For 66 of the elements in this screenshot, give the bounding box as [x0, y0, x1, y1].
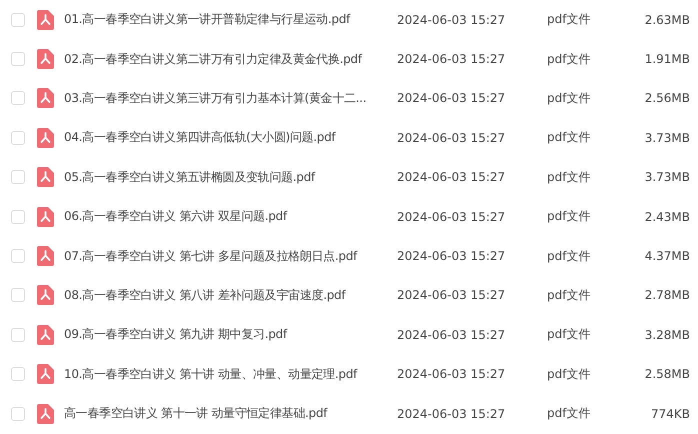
modified-date: 2024-06-03 15:27	[397, 130, 506, 145]
checkbox[interactable]	[11, 210, 25, 224]
file-size: 3.28MB	[644, 328, 690, 342]
file-type: pdf文件	[547, 129, 592, 146]
modified-date: 2024-06-03 15:27	[397, 52, 506, 66]
file-type: pdf文件	[547, 286, 592, 304]
pdf-file-icon	[37, 285, 54, 306]
file-size: 4.37MB	[644, 249, 690, 264]
checkbox[interactable]	[11, 170, 25, 184]
file-size: 2.58MB	[644, 367, 690, 382]
file-type: pdf文件	[547, 326, 592, 344]
file-size: 3.73MB	[644, 130, 690, 145]
file-type: pdf文件	[547, 168, 592, 186]
pdf-file-icon	[37, 324, 54, 345]
modified-date: 2024-06-03 15:27	[397, 406, 506, 421]
pdf-file-icon	[37, 128, 54, 148]
file-size: 3.73MB	[644, 170, 690, 184]
file-size: 2.56MB	[644, 91, 690, 106]
file-size: 774KB	[650, 406, 690, 421]
pdf-file-icon	[37, 49, 54, 70]
checkbox[interactable]	[11, 52, 25, 66]
file-name[interactable]: 08.高一春季空白讲义 第八讲 差补问题及宇宙速度.pdf	[64, 286, 394, 304]
pdf-file-icon	[37, 167, 54, 188]
modified-date: 2024-06-03 15:27	[397, 210, 506, 224]
checkbox[interactable]	[11, 130, 25, 145]
modified-date: 2024-06-03 15:27	[397, 328, 506, 342]
file-name[interactable]: 06.高一春季空白讲义 第六讲 双星问题.pdf	[64, 208, 394, 226]
modified-date: 2024-06-03 15:27	[397, 91, 506, 106]
file-type: pdf文件	[547, 405, 592, 422]
checkbox[interactable]	[11, 91, 25, 106]
checkbox[interactable]	[11, 406, 25, 421]
file-name[interactable]: 02.高一春季空白讲义第二讲万有引力定律及黄金代换.pdf	[64, 50, 394, 68]
file-type: pdf文件	[547, 50, 592, 68]
pdf-file-icon	[37, 364, 54, 384]
pdf-file-icon	[37, 246, 54, 266]
checkbox[interactable]	[11, 328, 25, 342]
file-name[interactable]: 10.高一春季空白讲义 第十讲 动量、冲量、动量定理.pdf	[64, 366, 394, 383]
file-name[interactable]: 高一春季空白讲义 第十一讲 动量守恒定律基础.pdf	[64, 405, 394, 422]
file-name[interactable]: 05.高一春季空白讲义第五讲椭圆及变轨问题.pdf	[64, 168, 394, 186]
file-name[interactable]: 01.高一春季空白讲义第一讲开普勒定律与行星运动.pdf	[64, 11, 394, 28]
file-size: 2.43MB	[644, 210, 690, 224]
modified-date: 2024-06-03 15:27	[397, 249, 506, 264]
pdf-file-icon	[37, 404, 54, 424]
modified-date: 2024-06-03 15:27	[397, 288, 506, 302]
modified-date: 2024-06-03 15:27	[397, 12, 506, 27]
file-name[interactable]: 04.高一春季空白讲义第四讲高低轨(大小圆)问题.pdf	[64, 129, 394, 146]
file-size: 2.78MB	[644, 288, 690, 302]
pdf-file-icon	[37, 206, 54, 227]
checkbox[interactable]	[11, 367, 25, 382]
pdf-file-icon	[37, 10, 54, 30]
checkbox[interactable]	[11, 249, 25, 264]
file-type: pdf文件	[547, 208, 592, 226]
file-name[interactable]: 03.高一春季空白讲义第三讲万有引力基本计算(黄金十二...	[64, 90, 394, 107]
file-name[interactable]: 09.高一春季空白讲义 第九讲 期中复习.pdf	[64, 326, 394, 344]
checkbox[interactable]	[11, 288, 25, 302]
file-type: pdf文件	[547, 11, 592, 28]
pdf-file-icon	[37, 88, 54, 108]
checkbox[interactable]	[11, 12, 25, 27]
file-size: 1.91MB	[644, 52, 690, 66]
file-type: pdf文件	[547, 90, 592, 107]
file-type: pdf文件	[547, 248, 592, 265]
file-size: 2.63MB	[644, 12, 690, 27]
modified-date: 2024-06-03 15:27	[397, 367, 506, 382]
modified-date: 2024-06-03 15:27	[397, 170, 506, 184]
file-name[interactable]: 07.高一春季空白讲义 第七讲 多星问题及拉格朗日点.pdf	[64, 248, 394, 265]
file-type: pdf文件	[547, 366, 592, 383]
